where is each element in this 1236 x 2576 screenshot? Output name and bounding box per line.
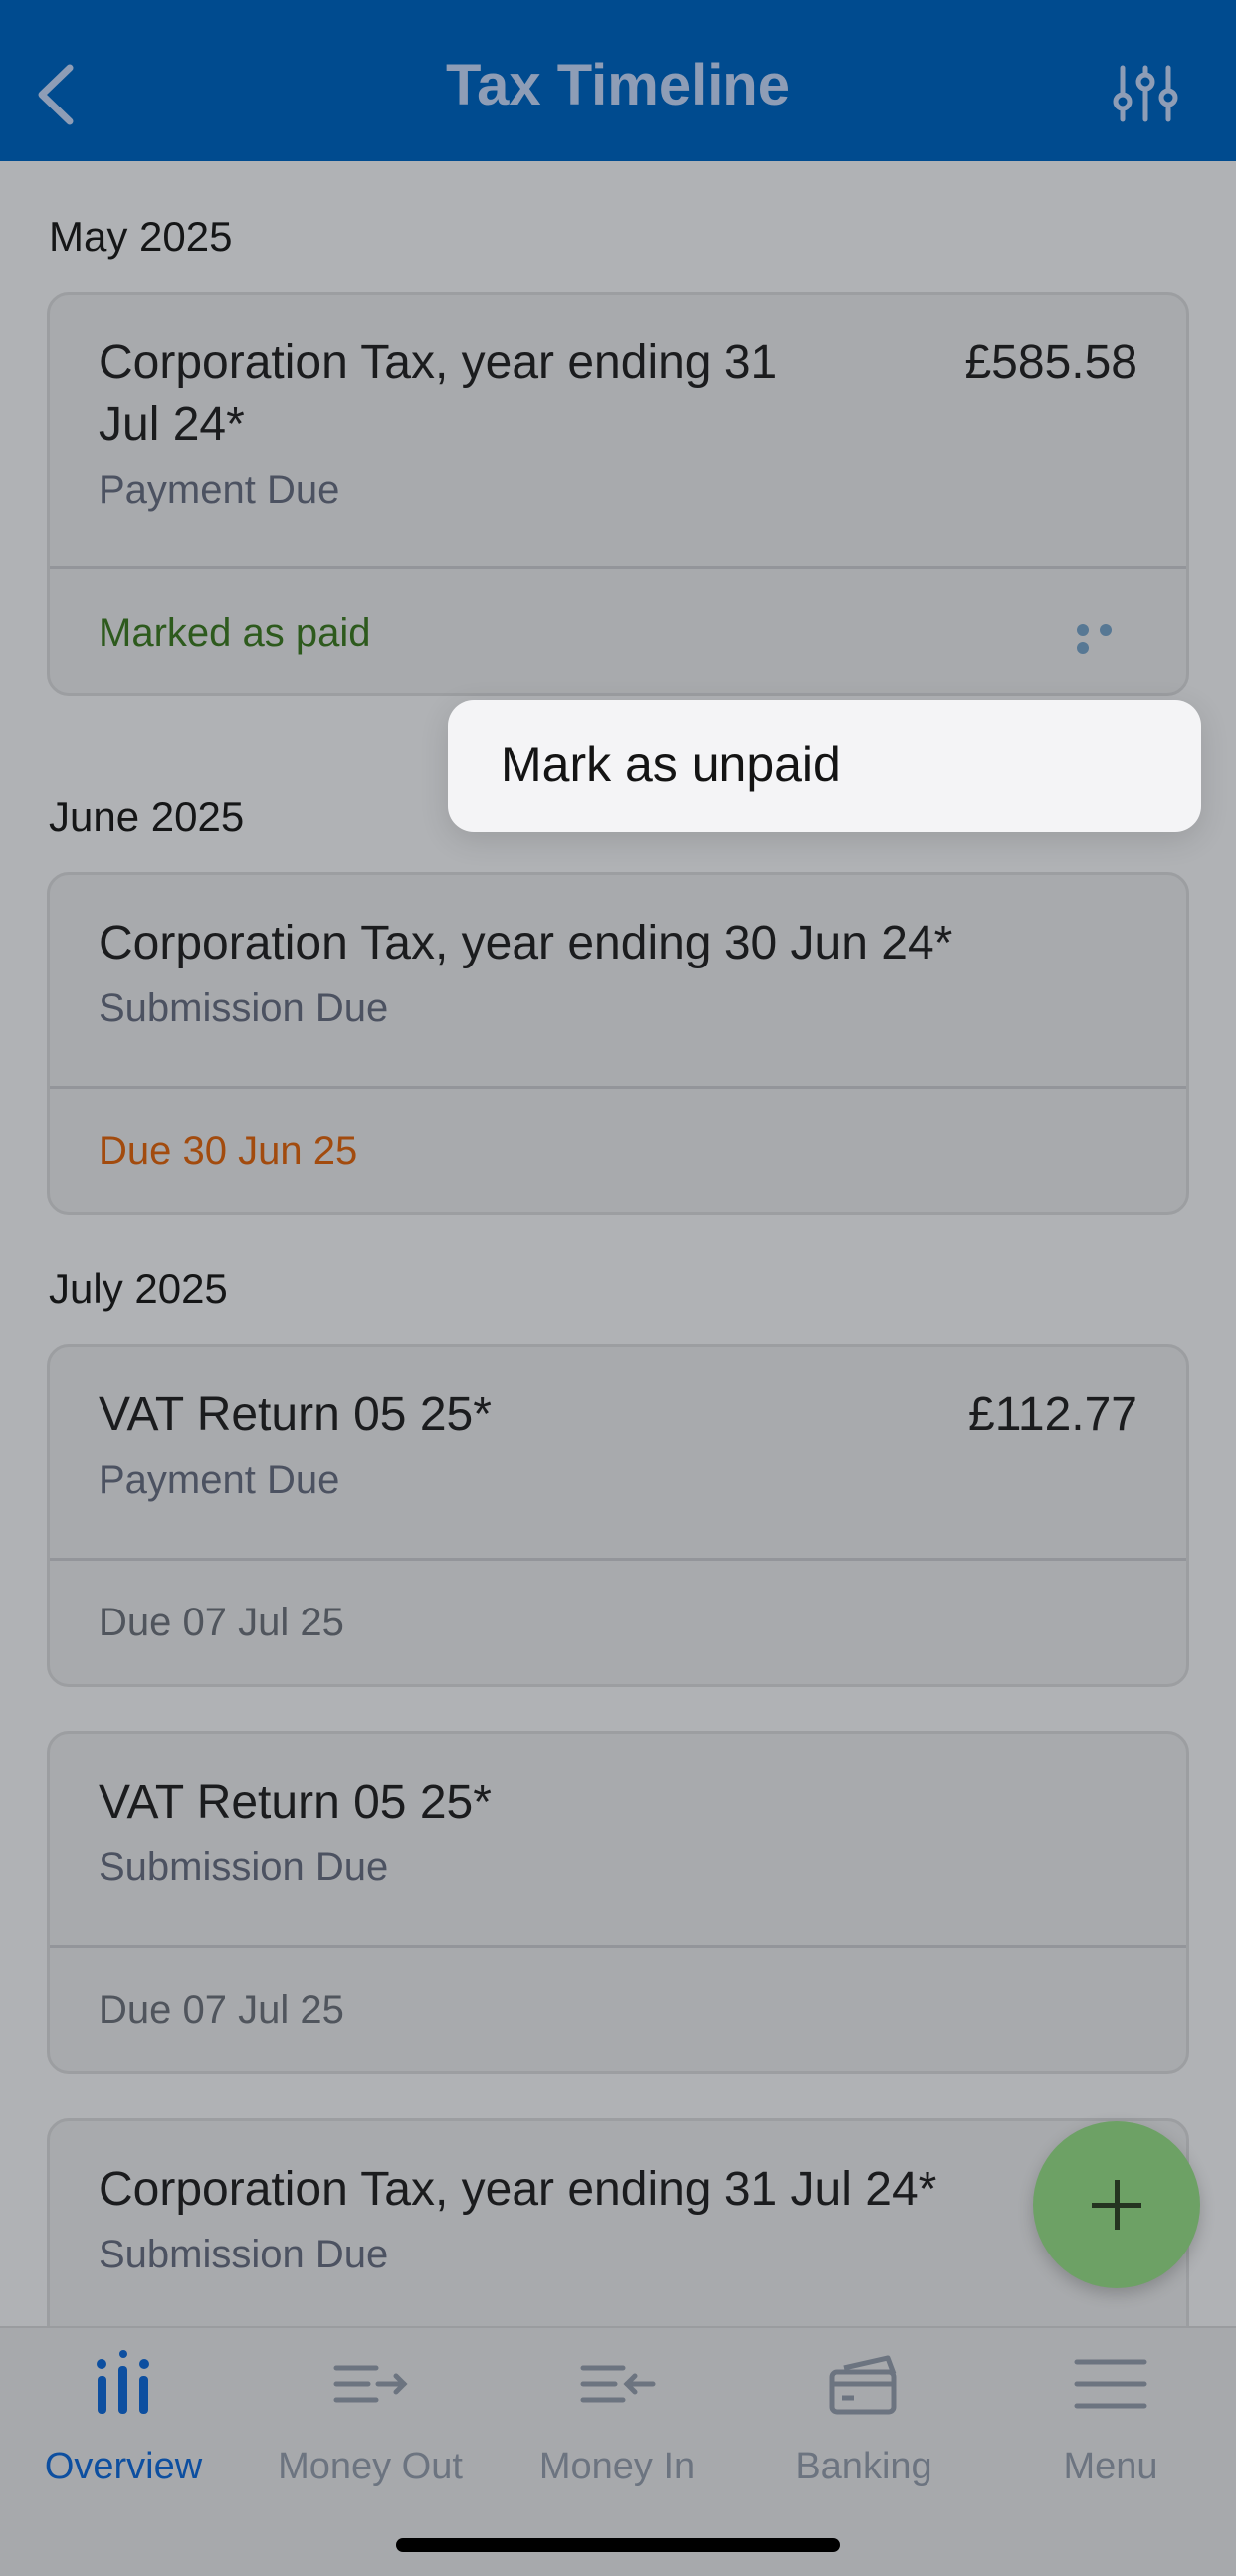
item-title: VAT Return 05 25* (99, 1389, 492, 1441)
tax-item-card[interactable]: VAT Return 05 25* Submission Due Due 07 … (47, 1731, 1189, 2074)
money-in-icon (580, 2365, 656, 2403)
item-status: Due 30 Jun 25 (99, 1129, 358, 1173)
item-subtitle: Payment Due (99, 468, 340, 512)
bar-chart-icon (97, 2350, 149, 2414)
item-subtitle: Submission Due (99, 986, 389, 1030)
item-amount: £112.77 (968, 1389, 1137, 1441)
item-title: Corporation Tax, year ending 31 Jul 24* (99, 336, 778, 451)
tab-label: Money In (538, 2446, 696, 2487)
item-subtitle: Payment Due (99, 1458, 340, 1502)
month-heading: June 2025 (49, 793, 245, 840)
tab-menu[interactable]: Menu (987, 2328, 1234, 2507)
tab-label: Menu (1063, 2446, 1158, 2487)
tab-money-in[interactable]: Money In (494, 2328, 740, 2507)
top-nav-bar: Tax Timeline (0, 0, 1236, 161)
month-heading: July 2025 (49, 1265, 228, 1312)
tax-item-card[interactable]: Corporation Tax, year ending 31 Jul 24* … (47, 292, 1189, 696)
money-out-icon (333, 2365, 408, 2403)
item-status: Marked as paid (99, 611, 371, 655)
card-icon (829, 2355, 897, 2415)
context-menu: Mark as unpaid (448, 700, 1201, 832)
tab-label: Overview (44, 2446, 203, 2487)
item-subtitle: Submission Due (99, 2233, 389, 2276)
add-button[interactable] (1033, 2121, 1200, 2288)
home-indicator (396, 2538, 840, 2552)
tax-item-card[interactable]: VAT Return 05 25* £112.77 Payment Due Du… (47, 1344, 1189, 1687)
item-amount: £585.58 (964, 336, 1137, 389)
sliders-icon[interactable] (1113, 64, 1178, 123)
tax-item-card[interactable]: Corporation Tax, year ending 30 Jun 24* … (47, 872, 1189, 1215)
tab-money-out[interactable]: Money Out (247, 2328, 494, 2507)
card-divider (50, 566, 1186, 569)
tab-overview[interactable]: Overview (0, 2328, 247, 2507)
item-title: VAT Return 05 25* (99, 1776, 492, 1828)
page-title: Tax Timeline (446, 53, 790, 117)
tab-banking[interactable]: Banking (740, 2328, 987, 2507)
item-status: Due 07 Jul 25 (99, 1988, 344, 2032)
card-divider (50, 1945, 1186, 1948)
hamburger-icon (1074, 2359, 1147, 2409)
card-divider (50, 1558, 1186, 1561)
card-divider (50, 1086, 1186, 1089)
item-subtitle: Submission Due (99, 1845, 389, 1889)
item-title: Corporation Tax, year ending 31 Jul 24* (99, 2163, 937, 2216)
item-status: Due 07 Jul 25 (99, 1601, 344, 1644)
mark-as-unpaid-option[interactable]: Mark as unpaid (501, 736, 841, 793)
timeline-list: May 2025 Corporation Tax, year ending 31… (0, 161, 1236, 2326)
tab-label: Money Out (278, 2446, 463, 2487)
tab-label: Banking (795, 2446, 932, 2487)
month-heading: May 2025 (49, 213, 233, 260)
tax-item-card[interactable]: Corporation Tax, year ending 31 Jul 24* … (47, 2118, 1189, 2326)
more-options-icon[interactable] (1077, 623, 1142, 654)
item-title: Corporation Tax, year ending 30 Jun 24* (99, 917, 953, 969)
